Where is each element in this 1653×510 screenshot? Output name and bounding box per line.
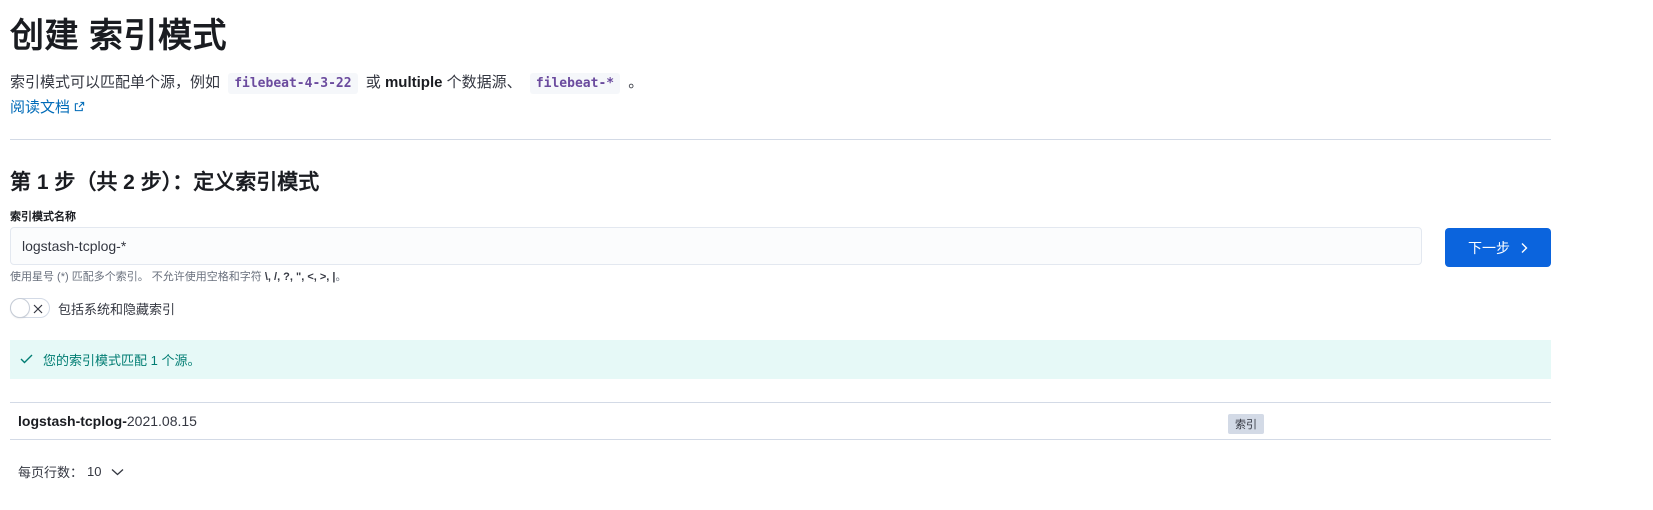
switch-knob (11, 299, 29, 317)
index-pattern-name-input[interactable] (10, 227, 1422, 265)
rows-per-page-value: 10 (87, 464, 102, 479)
next-step-label: 下一步 (1468, 239, 1510, 256)
description-text: 或 (365, 74, 381, 91)
read-docs-label: 阅读文档 (10, 99, 71, 116)
match-success-text: 您的索引模式匹配 1 个源。 (43, 353, 201, 368)
rows-per-page-selector[interactable]: 每页行数： 10 (18, 462, 124, 481)
cross-icon (32, 302, 44, 320)
table-row: logstash-tcplog-2021.08.15 索引 (10, 402, 1551, 440)
disallowed-characters: \, /, ?, ", <, >, | (264, 271, 336, 283)
help-text-suffix: 。 (335, 271, 347, 283)
description-emphasis: multiple (384, 74, 443, 91)
index-name-match: logstash-tcplog- (18, 413, 127, 429)
chevron-right-icon (1520, 242, 1528, 254)
check-icon (20, 351, 33, 369)
next-step-button[interactable]: 下一步 (1445, 228, 1551, 267)
index-pattern-name-label: 索引模式名称 (10, 211, 76, 223)
description-text: 索引模式可以匹配单个源，例如 (10, 74, 221, 91)
description-text: 。 (628, 74, 644, 91)
description-text: 个数据源、 (446, 74, 522, 91)
match-success-callout: 您的索引模式匹配 1 个源。 (10, 340, 1551, 379)
chevron-down-icon (105, 468, 124, 476)
section-divider (10, 139, 1551, 140)
input-help-text: 使用星号 (*) 匹配多个索引。 不允许使用空格和字符 \, /, ?, ", … (10, 268, 347, 284)
example-wildcard-source: filebeat-* (529, 73, 621, 94)
include-hidden-switch[interactable] (10, 298, 50, 318)
include-hidden-toggle-row: 包括系统和隐藏索引 (10, 298, 175, 318)
rows-per-page-label: 每页行数： (18, 465, 84, 480)
external-link-icon (74, 101, 85, 112)
page-description: 索引模式可以匹配单个源，例如 filebeat-4-3-22 或 multipl… (10, 72, 643, 95)
read-docs-link[interactable]: 阅读文档 (10, 96, 85, 117)
example-single-source: filebeat-4-3-22 (228, 73, 358, 94)
page-title: 创建 索引模式 (10, 17, 227, 55)
index-name: logstash-tcplog-2021.08.15 (18, 413, 197, 429)
include-hidden-label: 包括系统和隐藏索引 (58, 301, 176, 317)
step-title: 第 1 步（共 2 步）：定义索引模式 (10, 171, 320, 194)
index-name-rest: 2021.08.15 (126, 413, 197, 429)
help-text-prefix: 使用星号 (*) 匹配多个索引。 不允许使用空格和字符 (10, 271, 262, 283)
index-type-badge: 索引 (1228, 414, 1264, 434)
